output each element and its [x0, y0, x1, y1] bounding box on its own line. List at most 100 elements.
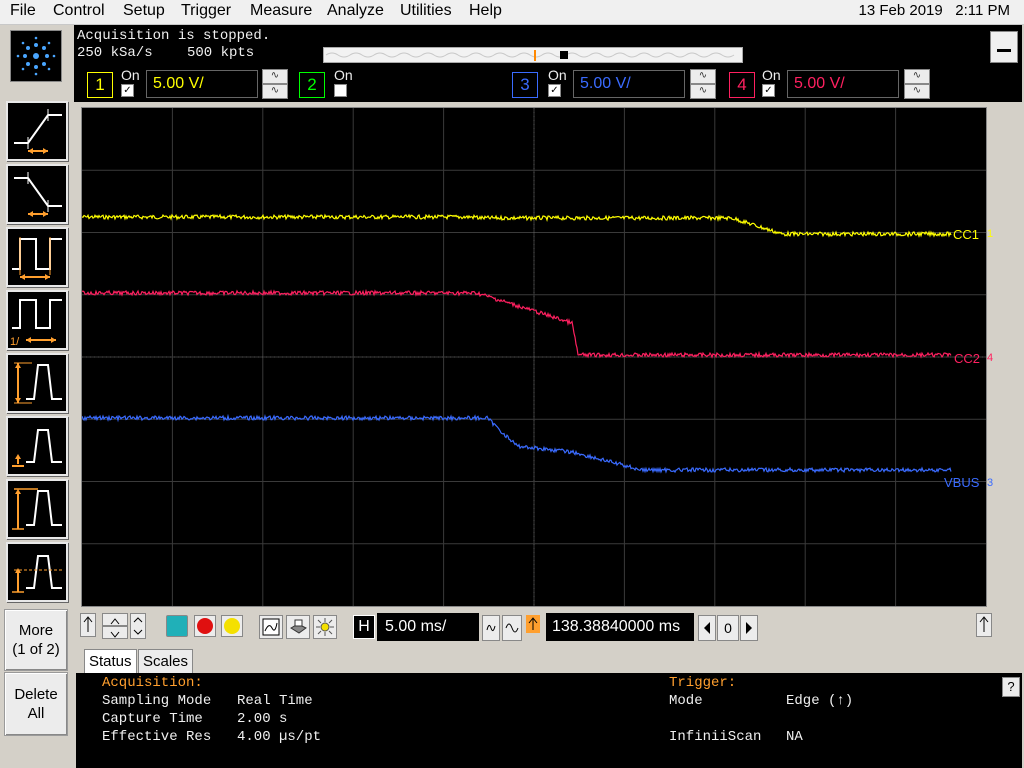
cc2-trace [81, 288, 952, 359]
channel-4-scale-up[interactable]: ∿ [904, 69, 930, 84]
channel-3-button[interactable]: 3 [512, 72, 538, 98]
help-icon[interactable]: ? [1002, 677, 1020, 697]
vamp-icon [12, 555, 62, 593]
vpp-icon [14, 362, 62, 404]
acquisition-status: Acquisition is stopped. [77, 28, 271, 44]
tab-scales[interactable]: Scales [138, 649, 194, 675]
timebase-increase[interactable] [502, 615, 522, 641]
run-cyan-button[interactable] [166, 615, 188, 637]
horizontal-button[interactable]: H [353, 615, 375, 639]
sample-rate: 250 kSa/s [77, 45, 153, 61]
overview-waveform-icon [325, 50, 735, 61]
channel-1-checkbox[interactable]: ✓ [121, 84, 134, 97]
marker-up-arrow-right-icon[interactable] [976, 613, 992, 637]
cc1-trace-label: CC1 [953, 227, 980, 242]
vavg-icon [12, 429, 62, 467]
channel-4-button[interactable]: 4 [729, 72, 755, 98]
tab-status[interactable]: Status [84, 649, 137, 675]
waveform-display[interactable] [81, 107, 987, 607]
vbus-trace-label: VBUS [944, 475, 980, 490]
channel-3-scale[interactable]: 5.00 V/ [573, 70, 685, 98]
channel-3-checkbox[interactable]: ✓ [548, 84, 561, 97]
trigger-mode-label: Mode [669, 693, 703, 709]
vmax-icon [12, 488, 62, 530]
capture-time-label: Capture Time [102, 711, 203, 727]
channel-2-checkbox[interactable] [334, 84, 347, 97]
effective-res-label: Effective Res [102, 729, 212, 745]
date-text: 13 Feb 2019 [858, 2, 943, 19]
vavg-measure-button[interactable] [6, 416, 68, 476]
menu-control[interactable]: Control [53, 2, 105, 20]
period-measure-button[interactable] [6, 227, 68, 287]
channel-2-button[interactable]: 2 [299, 72, 325, 98]
menu-utilities[interactable]: Utilities [400, 2, 452, 20]
left-toolbar: 1/ More (1 of 2) Delete All [0, 25, 74, 768]
channel-1-button[interactable]: 1 [87, 72, 113, 98]
autoscale-icon[interactable] [259, 615, 283, 639]
channel-3-on-label: On [548, 67, 567, 83]
waveform-overview-bar[interactable] [323, 47, 743, 63]
delete-sub-label: All [27, 705, 45, 722]
channel-3-scale-down[interactable]: ∿ [690, 84, 716, 99]
svg-text:1/: 1/ [10, 336, 20, 348]
vbus-ground-marker[interactable]: 3 [987, 477, 993, 489]
print-icon[interactable] [286, 615, 310, 639]
menu-analyze[interactable]: Analyze [327, 2, 384, 20]
sampling-mode-label: Sampling Mode [102, 693, 212, 709]
memory-depth: 500 kpts [187, 45, 255, 61]
timebase-scale[interactable]: 5.00 ms/ [377, 613, 479, 641]
delete-all-button[interactable]: Delete All [4, 672, 68, 736]
vmax-measure-button[interactable] [6, 479, 68, 539]
vpp-measure-button[interactable] [6, 353, 68, 413]
delete-label: Delete [14, 686, 58, 703]
capture-time-value: 2.00 s [237, 711, 288, 727]
single-button[interactable] [221, 615, 243, 637]
trigger-marker-icon[interactable] [526, 615, 540, 633]
delay-left-arrow[interactable] [698, 615, 716, 641]
acquisition-header: Acquisition: [102, 675, 203, 691]
menu-file[interactable]: File [10, 2, 36, 20]
channel-1-scale[interactable]: 5.00 V/ [146, 70, 258, 98]
channel-4-checkbox[interactable]: ✓ [762, 84, 775, 97]
cc2-ground-marker[interactable]: 4 [987, 352, 993, 364]
display-brightness-icon[interactable] [313, 615, 337, 639]
menu-trigger[interactable]: Trigger [181, 2, 231, 20]
delay-zero-button[interactable]: 0 [717, 615, 739, 641]
status-panel: Acquisition: Sampling Mode Real Time Cap… [76, 673, 1022, 768]
channel-3-scale-up[interactable]: ∿ [690, 69, 716, 84]
effective-res-value: 4.00 µs/pt [237, 729, 322, 745]
trigger-delay-value[interactable]: 138.38840000 ms [546, 613, 694, 641]
channel-4-scale-down[interactable]: ∿ [904, 84, 930, 99]
channel-bar: 1 On ✓ 5.00 V/ ∿ ∿ 2 On 3 On ✓ 5.00 V/ ∿… [74, 66, 1022, 102]
vbus-trace [81, 413, 952, 474]
menu-bar: File Control Setup Trigger Measure Analy… [0, 0, 1024, 25]
waveform-graticule [81, 108, 986, 606]
menu-measure[interactable]: Measure [250, 2, 312, 20]
fall-time-measure-button[interactable] [6, 164, 68, 224]
timebase-decrease[interactable] [482, 615, 500, 641]
vertical-scroll-up[interactable] [102, 613, 128, 626]
channel-1-scale-up[interactable]: ∿ [262, 69, 288, 84]
menu-help[interactable]: Help [469, 2, 502, 20]
cc1-ground-marker[interactable]: 1 [987, 228, 993, 240]
more-button[interactable]: More (1 of 2) [4, 609, 68, 671]
vertical-scroll-down[interactable] [102, 626, 128, 639]
marker-up-arrow-icon[interactable] [80, 613, 96, 637]
datetime: 13 Feb 2019 2:11 PM [858, 2, 1010, 19]
channel-1-scale-down[interactable]: ∿ [262, 84, 288, 99]
menu-setup[interactable]: Setup [123, 2, 165, 20]
vertical-fine-toggle[interactable] [130, 613, 146, 639]
channel-4-scale[interactable]: 5.00 V/ [787, 70, 899, 98]
delay-right-arrow[interactable] [740, 615, 758, 641]
channel-4-on-label: On [762, 67, 781, 83]
rise-edge-icon [14, 109, 62, 154]
frequency-measure-button[interactable]: 1/ [6, 290, 68, 350]
trigger-mode-value: Edge (↑) [786, 693, 854, 709]
vamp-measure-button[interactable] [6, 542, 68, 602]
starburst-logo-icon[interactable] [10, 30, 62, 82]
minimize-button[interactable] [990, 31, 1018, 63]
acquisition-bar: Acquisition is stopped. 250 kSa/s 500 kp… [74, 25, 1022, 69]
trigger-header: Trigger: [669, 675, 737, 691]
stop-button[interactable] [194, 615, 216, 637]
rise-time-measure-button[interactable] [6, 101, 68, 161]
